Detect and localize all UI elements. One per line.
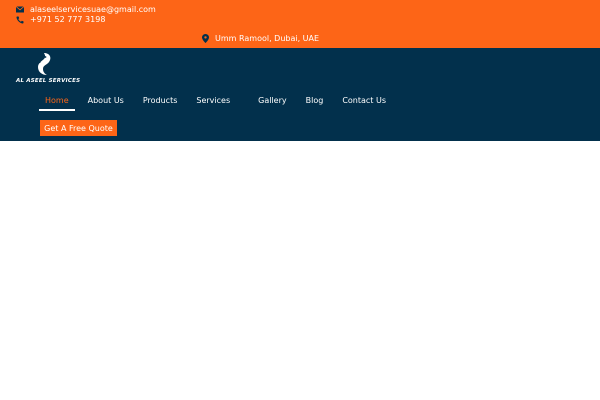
logo-emblem-icon	[38, 53, 51, 75]
get-free-quote-button[interactable]: Get A Free Quote	[40, 120, 117, 136]
nav-gallery[interactable]: Gallery	[252, 95, 293, 111]
nav-contact-us[interactable]: Contact Us	[336, 95, 392, 111]
nav-blog[interactable]: Blog	[300, 95, 330, 111]
nav-home[interactable]: Home	[39, 95, 75, 111]
email-contact[interactable]: alaseelservicesuae@gmail.com	[16, 5, 156, 14]
phone-icon	[16, 16, 24, 24]
top-contact-bar: alaseelservicesuae@gmail.com +971 52 777…	[0, 0, 600, 48]
logo-text: AL ASEEL SERVICES	[16, 78, 81, 84]
nav-products[interactable]: Products	[137, 95, 184, 111]
envelope-icon	[16, 6, 24, 14]
phone-contact[interactable]: +971 52 777 3198	[16, 15, 105, 24]
email-text: alaseelservicesuae@gmail.com	[30, 5, 156, 14]
nav-services[interactable]: Services	[190, 95, 236, 111]
address-text: Umm Ramool, Dubai, UAE	[215, 34, 320, 43]
map-pin-icon	[201, 34, 209, 43]
address-contact: Umm Ramool, Dubai, UAE	[201, 34, 319, 43]
site-logo[interactable]: AL ASEEL SERVICES	[16, 52, 81, 88]
main-nav: Home About Us Products Services Gallery …	[39, 95, 399, 111]
nav-about-us[interactable]: About Us	[82, 95, 130, 111]
page-content-area	[0, 141, 600, 400]
main-navbar: AL ASEEL SERVICES Home About Us Products…	[0, 48, 600, 141]
phone-text: +971 52 777 3198	[30, 15, 106, 24]
